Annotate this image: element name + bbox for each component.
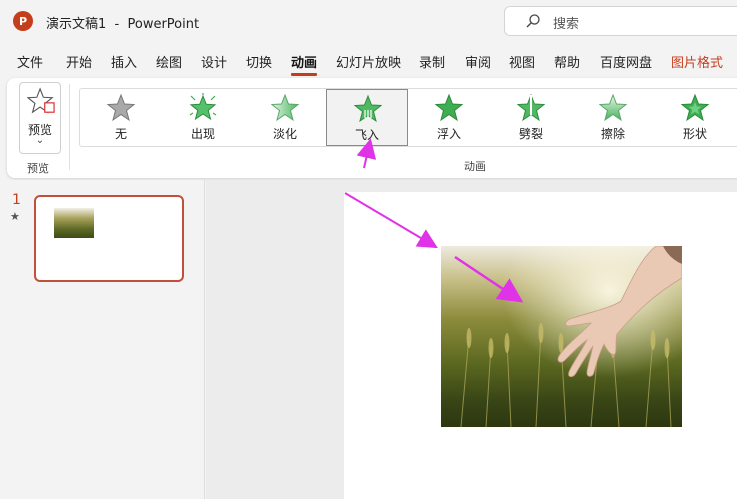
star-split-icon [516,93,546,122]
search-icon [526,14,540,28]
slide-number: 1 [12,192,21,208]
tab-transitions[interactable]: 切换 [246,52,272,71]
animation-split[interactable]: 劈裂 [490,89,572,146]
animation-label: 浮入 [436,127,461,141]
thumbnail-picture [54,208,94,238]
animations-group-label: 动画 [464,160,486,173]
tab-picture-format[interactable]: 图片格式 [671,52,723,71]
animation-float-in[interactable]: 浮入 [408,89,490,146]
wheat-field-hand-picture[interactable] [441,246,682,427]
animation-wipe[interactable]: 擦除 [572,89,654,146]
animation-fly-in[interactable]: 飞入 [326,89,408,146]
animation-fade[interactable]: 淡化 [244,89,326,146]
star-gray-icon [106,93,136,122]
tab-draw[interactable]: 绘图 [156,52,182,71]
slide-editor [206,180,737,499]
animation-none[interactable]: 无 [80,89,162,146]
animation-label: 淡化 [272,127,297,141]
tab-record[interactable]: 录制 [419,52,445,71]
tab-slideshow[interactable]: 幻灯片放映 [336,52,401,71]
search-label: 搜索 [553,17,580,32]
ribbon-tabs: 文件 开始 插入 绘图 设计 切换 动画 幻灯片放映 录制 审阅 视图 帮助 百… [0,48,737,76]
tab-review[interactable]: 审阅 [465,52,491,71]
animation-marker-icon: ★ [10,210,20,223]
tab-animations[interactable]: 动画 [291,52,318,76]
document-title: 演示文稿1 - PowerPoint [46,17,200,32]
tab-insert[interactable]: 插入 [111,52,137,71]
slide-thumbnail[interactable] [34,195,184,282]
animation-label: 形状 [682,127,707,141]
animation-label: 无 [114,127,127,141]
search-box[interactable]: 搜索 [504,6,737,36]
star-wipe-icon [598,93,628,122]
tab-baidu-netdisk[interactable]: 百度网盘 [600,52,652,71]
animations-ribbon: 预览 ⌄ 预览 无 出现 淡化 飞入 浮入 劈裂 擦除 形状 动画 [7,78,737,178]
animation-label: 擦除 [600,127,625,141]
star-burst-icon [189,93,217,121]
tab-file[interactable]: 文件 [17,52,43,71]
animation-label: 飞入 [354,128,379,142]
star-green-icon [434,93,464,122]
star-fly-in-icon [353,94,383,123]
star-fade-icon [270,93,300,122]
title-bar: P 演示文稿1 - PowerPoint 搜索 [0,0,737,44]
animation-appear[interactable]: 出现 [162,89,244,146]
tab-design[interactable]: 设计 [201,52,227,71]
powerpoint-logo-icon: P [13,11,33,31]
preview-star-icon [27,87,55,114]
preview-button[interactable]: 预览 ⌄ [19,82,61,154]
slide-thumbnail-panel: 1 ★ [0,180,205,499]
slide-canvas[interactable] [344,192,737,499]
animation-label: 劈裂 [518,127,543,141]
animation-shape[interactable]: 形状 [654,89,736,146]
preview-group-label: 预览 [27,162,49,175]
tab-home[interactable]: 开始 [66,52,92,71]
animation-gallery: 无 出现 淡化 飞入 浮入 劈裂 擦除 形状 [79,88,737,147]
star-shape-icon [680,93,710,122]
ribbon-divider [69,84,70,170]
chevron-down-icon: ⌄ [35,135,45,146]
tab-help[interactable]: 帮助 [554,52,580,71]
tab-view[interactable]: 视图 [509,52,535,71]
animation-label: 出现 [190,127,215,141]
